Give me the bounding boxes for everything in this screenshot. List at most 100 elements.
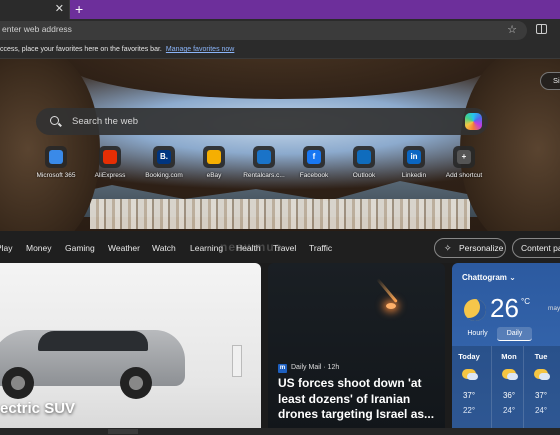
forecast-day[interactable]: Tue 37° 24°: [525, 346, 557, 415]
weather-forecast: Today 37° 22° Mon 36° 24° Tue 37° 24°: [452, 346, 560, 435]
charger: [232, 345, 242, 377]
nav-item-watch[interactable]: Watch: [152, 243, 176, 253]
close-tab-icon[interactable]: ✕: [55, 2, 64, 16]
nav-item-learning[interactable]: Learning: [190, 243, 223, 253]
tab-daily[interactable]: Daily: [497, 327, 532, 341]
partly-cloudy-icon: [534, 369, 550, 380]
news-card[interactable]: m Daily Mail · 12h US forces shoot down '…: [268, 263, 445, 435]
shortcut-tile: +: [453, 146, 475, 168]
personalize-button[interactable]: ✧ Personalize: [434, 238, 506, 258]
watermark: neowmus: [220, 240, 283, 254]
scroll-indicator: [108, 429, 138, 434]
news-source: m Daily Mail · 12h: [278, 364, 339, 373]
shortcut-icon: [207, 150, 221, 164]
address-placeholder: enter web address: [2, 24, 72, 34]
shortcut-8[interactable]: + Add shortcut: [434, 146, 494, 179]
news-headline[interactable]: US forces shoot down 'at least dozens' o…: [278, 376, 440, 423]
content-preferences-label: Content pa: [521, 243, 560, 253]
bottom-strip: [0, 428, 560, 435]
weather-card[interactable]: Chattogram ⌄ 26 °C may Hourly Daily Toda…: [452, 263, 560, 435]
forecast-low: 24°: [534, 406, 548, 415]
nav-item-play[interactable]: Play: [0, 243, 13, 253]
tab-hourly[interactable]: Hourly: [460, 327, 495, 341]
forecast-low: 22°: [462, 406, 476, 415]
moon-icon: [464, 299, 486, 321]
forecast-day-label: Tue: [534, 352, 548, 361]
shortcut-tile: [253, 146, 275, 168]
shortcut-icon: +: [457, 150, 471, 164]
weather-city[interactable]: Chattogram ⌄: [462, 273, 516, 282]
shortcut-tile: [45, 146, 67, 168]
weather-tabs: Hourly Daily: [460, 327, 532, 341]
shortcut-label: Add shortcut: [445, 172, 483, 179]
suv-front-wheel: [2, 367, 34, 399]
shortcut-1[interactable]: AliExpress: [80, 146, 140, 179]
cave-top-rock: [60, 59, 500, 99]
village: [90, 199, 470, 229]
new-tab-button[interactable]: +: [75, 1, 83, 17]
forecast-day[interactable]: Today 37° 22°: [453, 346, 485, 415]
favorite-star-icon[interactable]: ☆: [507, 23, 517, 36]
forecast-high: 37°: [534, 391, 548, 400]
search-icon: [50, 116, 59, 125]
shortcut-icon: [49, 150, 63, 164]
partly-cloudy-icon: [502, 369, 518, 380]
shortcut-icon: B.: [157, 150, 171, 164]
forecast-divider: [523, 346, 524, 435]
weather-temperature: 26: [490, 293, 519, 323]
shortcut-tile: in: [403, 146, 425, 168]
sparkle-icon: ✧: [444, 243, 452, 253]
feed-nav-bar: PlayMoneyGamingWeatherWatchLearningHealt…: [0, 231, 560, 263]
suv-rear-wheel: [120, 367, 152, 399]
cave-left-rock: [0, 59, 100, 231]
nav-item-gaming[interactable]: Gaming: [65, 243, 95, 253]
suv-window: [38, 331, 148, 351]
shortcut-tile: B.: [153, 146, 175, 168]
shortcut-icon: [257, 150, 271, 164]
chevron-down-icon: ⌄: [509, 273, 516, 282]
browser-tab[interactable]: ✕: [0, 0, 70, 19]
address-bar: enter web address ☆: [0, 19, 560, 42]
forecast-high: 36°: [502, 391, 516, 400]
forecast-day-label: Mon: [501, 352, 517, 361]
shortcut-tile: [203, 146, 225, 168]
shortcut-label: AliExpress: [94, 172, 126, 179]
shortcut-icon: [103, 150, 117, 164]
address-input[interactable]: enter web address ☆: [0, 21, 527, 40]
shortcut-tile: [99, 146, 121, 168]
news-source-label: Daily Mail · 12h: [291, 364, 340, 371]
search-box[interactable]: Search the web: [36, 108, 488, 135]
copilot-icon[interactable]: [465, 113, 482, 130]
forecast-day[interactable]: Mon 36° 24°: [493, 346, 525, 415]
shortcut-icon: in: [407, 150, 421, 164]
tab-strip: ✕ +: [0, 0, 560, 19]
nav-item-traffic[interactable]: Traffic: [309, 243, 332, 253]
shortcut-label: Microsoft 365: [36, 172, 76, 179]
forecast-divider: [491, 346, 492, 435]
partly-cloudy-icon: [462, 369, 478, 380]
split-screen-icon[interactable]: [536, 24, 547, 34]
forecast-day-label: Today: [458, 352, 480, 361]
hero-background: Si Search the web Microsoft 365 AliExpres…: [0, 59, 560, 231]
forecast-high: 37°: [462, 391, 476, 400]
ad-title: ectric SUV: [0, 400, 76, 417]
shortcut-icon: f: [307, 150, 321, 164]
nav-item-weather[interactable]: Weather: [108, 243, 140, 253]
manage-favorites-link[interactable]: Manage favorites now: [166, 46, 234, 53]
shortcut-0[interactable]: Microsoft 365: [26, 146, 86, 179]
weather-unit: °C: [521, 297, 530, 306]
sign-in-button[interactable]: Si: [540, 72, 560, 90]
content-preferences-button[interactable]: Content pa: [512, 238, 560, 258]
missile-glow: [386, 303, 396, 309]
shortcut-icon: [357, 150, 371, 164]
weather-rain: may: [548, 305, 560, 312]
nav-item-money[interactable]: Money: [26, 243, 52, 253]
daily-mail-icon: m: [278, 364, 287, 373]
ad-card[interactable]: ectric SUV: [0, 263, 261, 435]
shortcut-tile: f: [303, 146, 325, 168]
forecast-low: 24°: [502, 406, 516, 415]
shortcut-tile: [353, 146, 375, 168]
favorites-bar: ccess, place your favorites here on the …: [0, 42, 560, 59]
personalize-label: Personalize: [459, 243, 504, 253]
search-placeholder: Search the web: [72, 116, 139, 127]
